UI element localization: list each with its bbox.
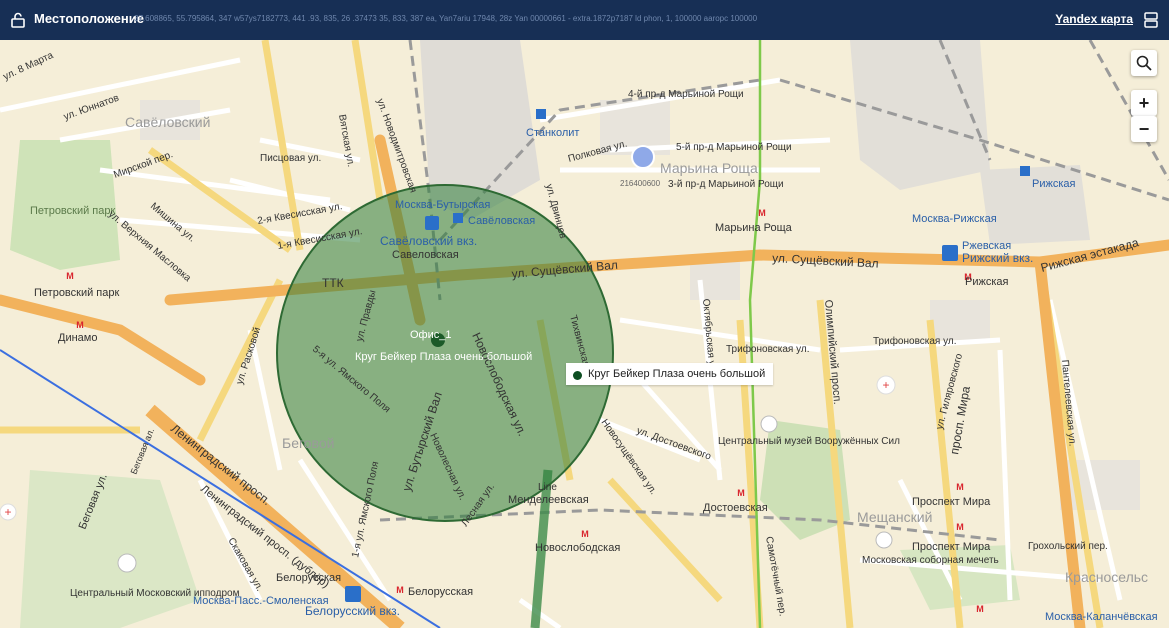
- map-label: Марьина Роща: [660, 160, 758, 176]
- map-label: M: [956, 482, 964, 492]
- map-label: M: [76, 320, 84, 330]
- map-label: M: [956, 522, 964, 532]
- map-label: Писцовая ул.: [260, 153, 321, 164]
- map-label: +: [882, 378, 889, 392]
- map-label: M: [581, 529, 589, 539]
- search-button[interactable]: [1131, 50, 1157, 76]
- map-label: 4-й пр-д Марьиной Рощи: [628, 89, 744, 100]
- map-label: M: [66, 271, 74, 281]
- block: [930, 300, 990, 340]
- map-label: Трифоновская ул.: [873, 335, 957, 347]
- map-feature: [760, 415, 778, 433]
- map-feature: [942, 245, 958, 261]
- map-feature: [875, 531, 893, 549]
- map-label: Менделеевская: [508, 494, 589, 506]
- map-label: Центральный Московский ипподром: [70, 588, 240, 599]
- map-label: Достоевская: [703, 502, 768, 514]
- map-feature: [1020, 166, 1030, 176]
- map-label: M: [396, 585, 404, 595]
- zoom-out-button[interactable]: −: [1131, 116, 1157, 142]
- map-label: Москва-Рижская: [912, 213, 997, 225]
- map-canvas[interactable]: MMM MMM MMM M + + Савёловский Петровский…: [0, 40, 1169, 628]
- map-feature: [453, 213, 463, 223]
- coordinates-text: 37.608865, 55.795864, 347 w57ys7182773, …: [134, 14, 758, 23]
- map-label: M: [976, 604, 984, 614]
- map-label: +: [4, 505, 11, 519]
- zoom-in-button[interactable]: +: [1131, 90, 1157, 116]
- map-feature: [425, 216, 439, 230]
- map-label: 3-й пр-д Марьиной Рощи: [668, 179, 784, 190]
- map-label: Станколит: [526, 127, 579, 139]
- circle-tooltip: Круг Бейкер Плаза очень большой: [566, 363, 774, 385]
- office-label: Офис_1: [410, 329, 452, 341]
- layers-icon[interactable]: [1143, 11, 1159, 29]
- map-label: Рижская: [965, 276, 1009, 288]
- marker-dot-icon: [573, 371, 582, 380]
- map-label: Грохольский пер.: [1028, 541, 1108, 552]
- map-label: 216400600: [620, 179, 661, 188]
- map-label: ТТК: [322, 276, 344, 290]
- map-label: Петровский парк: [30, 205, 116, 217]
- map-label: Белорусская: [408, 586, 473, 598]
- map-label: Савеловская: [392, 249, 459, 261]
- map-label: Савёловский: [125, 114, 210, 130]
- map-label: Петровский парк: [34, 287, 120, 299]
- map-label: M: [737, 488, 745, 498]
- tooltip-text: Круг Бейкер Плаза очень большой: [588, 368, 766, 380]
- unlock-icon[interactable]: [10, 12, 26, 28]
- map-label: Мещанский: [857, 509, 932, 525]
- map-label: Савёловская: [468, 215, 535, 227]
- map-label: Москва-Бутырская: [395, 199, 490, 211]
- yandex-map-link[interactable]: Yandex карта: [1055, 12, 1133, 26]
- panel-title: Местоположение: [34, 11, 144, 26]
- map-label: Беговой: [282, 435, 334, 451]
- map-label: Московская соборная мечеть: [862, 554, 999, 566]
- block: [690, 260, 740, 300]
- rizhsky-station-area: [980, 165, 1090, 245]
- map-label: M: [758, 208, 766, 218]
- map-feature: [631, 145, 655, 169]
- map-feature: [536, 109, 546, 119]
- map-label: Проспект Мира: [912, 496, 991, 508]
- map-label: Line: [538, 482, 557, 493]
- map-label: Проспект Мира: [912, 541, 991, 553]
- map-label: Трифоновская ул.: [726, 343, 810, 355]
- rail-yard-area-2: [850, 40, 990, 190]
- map-label: Марьина Роща: [715, 222, 793, 234]
- map-label: Савёловский вкз.: [380, 234, 477, 248]
- search-icon: [1136, 55, 1152, 71]
- map-label: 5-й пр-д Марьиной Рощи: [676, 142, 792, 153]
- map-label: Центральный музей Вооружённых Сил: [718, 436, 900, 447]
- map-label: Рижская: [1032, 178, 1076, 190]
- map-label: Красносельс: [1065, 569, 1148, 585]
- circle-label: Круг Бейкер Плаза очень большой: [355, 351, 532, 363]
- map-label: Новослободская: [535, 542, 620, 554]
- map-label: Рижский вкз.: [962, 251, 1033, 265]
- map-feature: [345, 586, 361, 602]
- header-bar: Местоположение 37.608865, 55.795864, 347…: [0, 0, 1169, 40]
- map-label: Динамо: [58, 332, 97, 344]
- map-label: Москва-Каланчёвская: [1045, 611, 1158, 623]
- map-feature: [117, 553, 137, 573]
